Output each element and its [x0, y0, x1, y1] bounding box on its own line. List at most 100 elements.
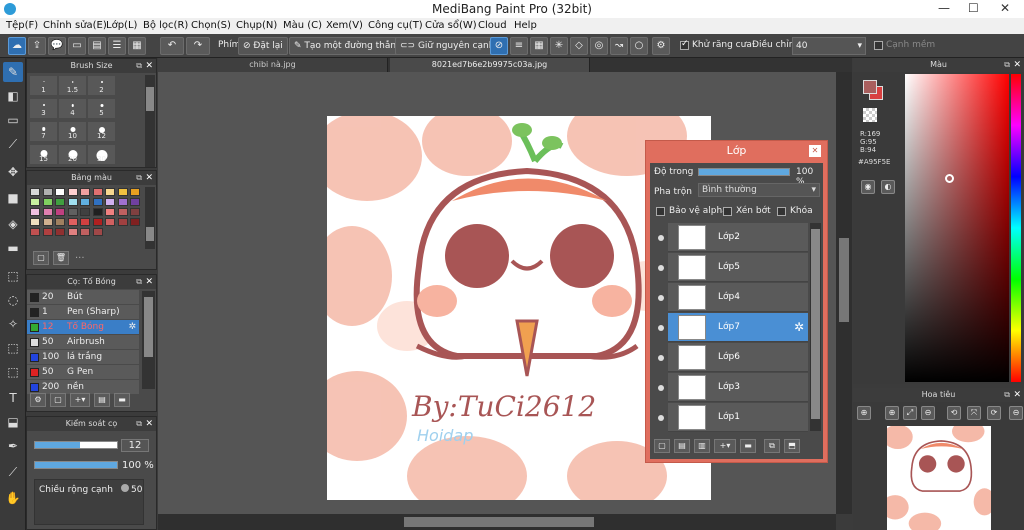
- brush-size-value[interactable]: 12: [121, 439, 149, 452]
- menu-cloud[interactable]: Cloud: [478, 20, 507, 31]
- palette-swatch[interactable]: [92, 228, 103, 236]
- palette-swatch[interactable]: [67, 208, 78, 216]
- color-saturation-field[interactable]: [905, 74, 1009, 382]
- duplicate-layer-icon[interactable]: ⧉: [764, 439, 780, 453]
- chat-icon[interactable]: 💬: [48, 37, 66, 55]
- palette-swatch[interactable]: [67, 228, 78, 236]
- gradient-tool-icon[interactable]: ▬: [3, 238, 23, 258]
- grid-icon[interactable]: ▦: [128, 37, 146, 55]
- brush-size-cell[interactable]: 4: [58, 98, 87, 119]
- bucket-tool-icon[interactable]: ◈: [3, 214, 23, 234]
- canvas-horizontal-scrollbar[interactable]: [158, 514, 836, 530]
- palette-swatch[interactable]: [67, 188, 78, 196]
- no-snap-icon[interactable]: ⊘: [490, 37, 508, 55]
- zoom-in-icon[interactable]: ⊕: [857, 406, 871, 420]
- layer-row[interactable]: Lớp7 ✲: [668, 313, 808, 342]
- protect-alpha-checkbox[interactable]: [656, 207, 665, 216]
- circle-snap-icon[interactable]: ○: [630, 37, 648, 55]
- layer-scrollbar[interactable]: [810, 223, 821, 431]
- text-tool-icon[interactable]: T: [3, 388, 23, 408]
- palette-swatch[interactable]: [130, 208, 140, 216]
- rotate-right-icon[interactable]: ⟳: [987, 406, 1001, 420]
- straight-line-button[interactable]: ✎ Tạo một đường thẳng: [289, 37, 407, 55]
- palette-swatch[interactable]: [67, 218, 78, 226]
- menu-file[interactable]: Tệp(F): [6, 20, 38, 31]
- eye-icon[interactable]: [658, 415, 664, 421]
- foreground-color[interactable]: [863, 80, 877, 94]
- add-palette-icon[interactable]: ▢: [33, 251, 49, 265]
- palette-swatch[interactable]: [55, 218, 65, 226]
- palette-swatch[interactable]: [130, 218, 140, 226]
- list-icon[interactable]: ☰: [108, 37, 126, 55]
- brush-size-cell[interactable]: 12: [87, 121, 116, 142]
- menu-tools[interactable]: Công cụ(T): [368, 20, 423, 31]
- rect-tool-icon[interactable]: ▭: [3, 110, 23, 130]
- close-window-button[interactable]: ✕: [1000, 1, 1010, 15]
- menu-select[interactable]: Chọn(S): [191, 20, 231, 31]
- edge-width-knob[interactable]: [121, 484, 129, 492]
- palette-swatch[interactable]: [92, 208, 103, 216]
- delete-palette-icon[interactable]: 🗑: [53, 251, 69, 265]
- layer-row[interactable]: Lớp1: [668, 403, 808, 432]
- brush-size-cell[interactable]: 3: [29, 98, 58, 119]
- brush-size-cell[interactable]: 2: [87, 75, 116, 96]
- eye-icon[interactable]: [658, 325, 664, 331]
- soft-edge-checkbox[interactable]: [874, 41, 883, 50]
- color-wheel-icon[interactable]: ◐: [881, 180, 895, 194]
- brush-size-cell[interactable]: 15: [29, 144, 58, 165]
- palette-swatch[interactable]: [105, 208, 115, 216]
- popout-icon[interactable]: ⧉: [136, 59, 142, 73]
- tab-chibi[interactable]: chibi nà.jpg: [158, 58, 388, 72]
- brush-tool-icon[interactable]: ✎: [3, 62, 23, 82]
- comment-icon[interactable]: ▭: [68, 37, 86, 55]
- palette-swatch[interactable]: [30, 198, 40, 206]
- menu-layer[interactable]: Lớp(L): [106, 20, 137, 31]
- cloud-icon[interactable]: ☁: [8, 37, 26, 55]
- brush-size-cell[interactable]: 20: [58, 144, 87, 165]
- palette-scrollbar[interactable]: [145, 187, 155, 249]
- brush-folder-icon[interactable]: ▬: [114, 393, 130, 407]
- popout-icon[interactable]: ⧉: [136, 417, 142, 431]
- eraser-tool-icon[interactable]: ◧: [3, 86, 23, 106]
- cross-snap-icon[interactable]: ▦: [530, 37, 548, 55]
- palette-swatch[interactable]: [55, 188, 65, 196]
- close-icon[interactable]: ✕: [145, 275, 153, 289]
- merge-layer-icon[interactable]: ⬒: [784, 439, 800, 453]
- brush-size-cell[interactable]: 5: [87, 98, 116, 119]
- fit-screen-icon[interactable]: ⤢: [903, 406, 917, 420]
- navigator-preview[interactable]: [887, 426, 991, 530]
- menu-help[interactable]: Help: [514, 20, 537, 31]
- layer-row[interactable]: Lớp6: [668, 343, 808, 372]
- brush-item[interactable]: 50 G Pen: [27, 365, 139, 380]
- palette-swatch[interactable]: [42, 218, 53, 226]
- layer-opacity-slider[interactable]: [698, 168, 790, 176]
- palette-swatch[interactable]: [105, 198, 115, 206]
- palette-swatch[interactable]: [30, 218, 40, 226]
- redo-icon[interactable]: ↷: [186, 37, 210, 55]
- snap-settings-icon[interactable]: ⚙: [652, 37, 670, 55]
- document-icon[interactable]: ▤: [88, 37, 106, 55]
- clip-checkbox[interactable]: [723, 207, 732, 216]
- palette-swatch[interactable]: [42, 198, 53, 206]
- palette-swatch[interactable]: [92, 198, 103, 206]
- maximize-button[interactable]: ☐: [968, 1, 979, 15]
- popout-icon[interactable]: ⧉: [136, 275, 142, 289]
- layer-row[interactable]: Lớp3: [668, 373, 808, 402]
- lock-checkbox[interactable]: [777, 207, 786, 216]
- brush-size-cell[interactable]: 10: [58, 121, 87, 142]
- tab-image[interactable]: 8021ed7b6e2b9975c03a.jpg: [390, 58, 590, 72]
- keep-edge-button[interactable]: ⊂⊃ Giữ nguyên cạnh: [395, 37, 500, 55]
- menu-edit[interactable]: Chỉnh sửa(E): [43, 20, 107, 31]
- move-tool-icon[interactable]: ✥: [3, 162, 23, 182]
- rotate-left-icon[interactable]: ⟲: [947, 406, 961, 420]
- palette-swatch[interactable]: [80, 188, 90, 196]
- close-icon[interactable]: ✕: [145, 59, 153, 73]
- eye-icon[interactable]: [658, 355, 664, 361]
- palette-swatch[interactable]: [42, 188, 53, 196]
- brush-list-scrollbar[interactable]: [142, 291, 155, 389]
- palette-swatch[interactable]: [117, 198, 128, 206]
- transparent-color[interactable]: [863, 108, 877, 122]
- palette-swatch[interactable]: [30, 208, 40, 216]
- palette-swatch[interactable]: [130, 188, 140, 196]
- radial-snap-icon[interactable]: ✳: [550, 37, 568, 55]
